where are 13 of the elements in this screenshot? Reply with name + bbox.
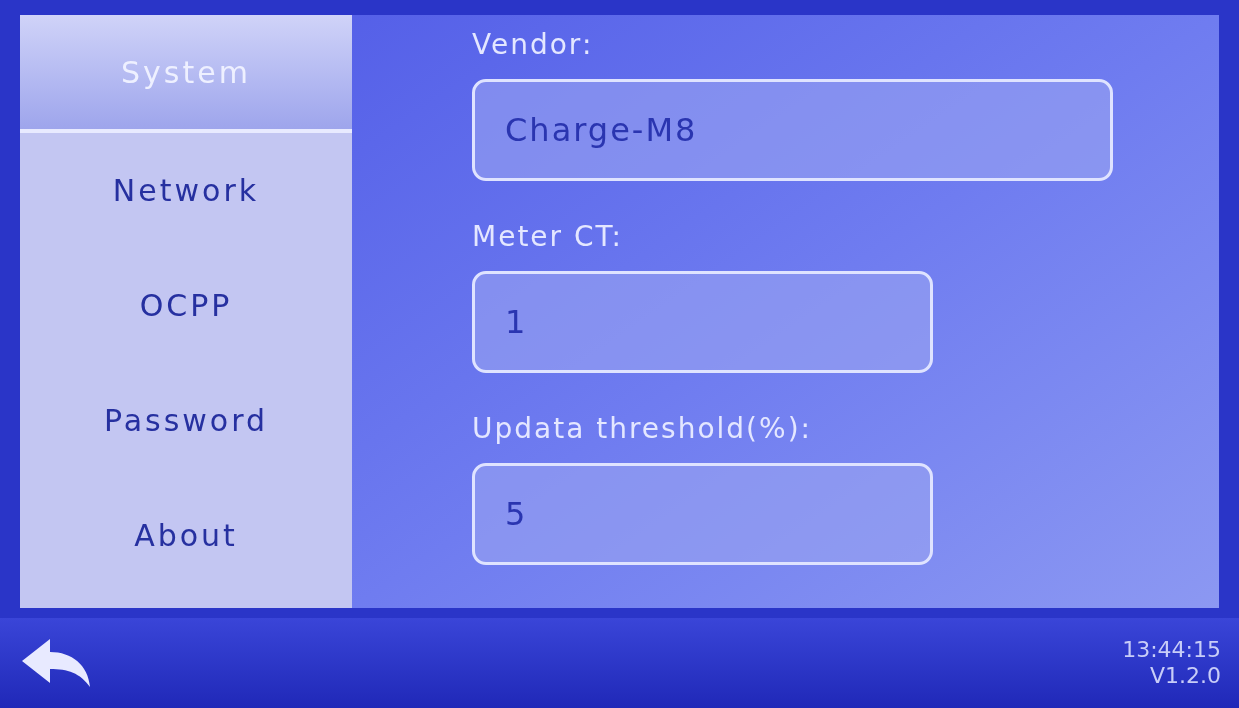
input-field[interactable]: 1 [472,271,933,373]
input-field[interactable]: 5 [472,463,933,565]
sidebar-tab[interactable]: About [20,478,352,593]
field-label: Updata threshold(%): [472,411,813,447]
sidebar-tab[interactable]: Password [20,363,352,478]
sidebar-tab[interactable]: OCPP [20,248,352,363]
back-arrow-icon [20,637,92,689]
sidebar-tab[interactable]: Network [20,133,352,248]
field-label: Meter CT: [472,219,624,255]
clock-time: 13:44:15 [1122,637,1221,663]
field-label: Vendor: [472,27,595,63]
version-label: V1.2.0 [1149,663,1221,689]
input-field[interactable]: Charge-M8 [472,79,1113,181]
